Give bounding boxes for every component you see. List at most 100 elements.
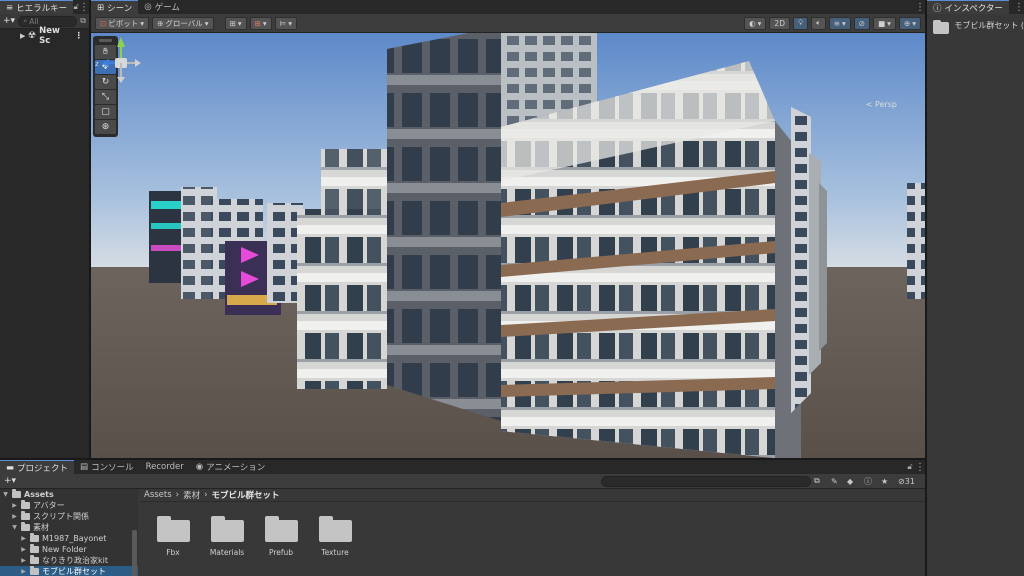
tag-icon[interactable]: ◆ [847, 477, 853, 486]
orientation-gizmo[interactable]: z [91, 33, 151, 97]
scene-menu-icon[interactable]: ⋮ [75, 31, 84, 41]
audio-toggle[interactable]: 🔈︎ [811, 16, 826, 30]
folder-icon [318, 516, 352, 542]
tree-item[interactable]: ▼ Assets [0, 489, 138, 500]
chevron-down-icon: ▾ [262, 18, 267, 28]
lock-icon[interactable]: 🔓︎ [905, 460, 915, 474]
folder-icon [30, 555, 39, 564]
chevron-down-icon: ▾ [912, 18, 916, 28]
info-icon[interactable]: ⓘ [864, 476, 872, 487]
hidden-packages-icon[interactable]: ⊘31 [898, 477, 915, 486]
projection-label[interactable]: < Persp [866, 100, 897, 109]
inspector-header: モブビル群セット ( [927, 14, 1024, 44]
folder-open-icon [12, 489, 21, 498]
tab-scene-label: シーン [107, 3, 133, 14]
add-asset-button[interactable]: +▾ [4, 476, 16, 486]
more-options-icon[interactable]: ⋮ [915, 460, 925, 474]
chevron-right-icon[interactable]: ▶ [20, 557, 27, 564]
more-options-icon[interactable]: ⋮ [79, 0, 89, 14]
tree-item-label: モブビル群セット [42, 567, 106, 576]
snap-icon: ⊞ [254, 18, 261, 28]
chevron-down-icon: ▾ [204, 18, 209, 28]
tab-hierarchy-label: ヒエラルキー [16, 3, 68, 14]
search-by-label-icon[interactable]: ✎ [831, 477, 838, 486]
tree-item[interactable]: ▶ なりきり政治家kit [0, 555, 138, 566]
tree-item[interactable]: ▶ アバター [0, 500, 138, 511]
tab-animation[interactable]: ◉ アニメーション [190, 460, 272, 474]
visibility-toggle[interactable]: ⊘ [853, 16, 871, 30]
breadcrumb-item[interactable]: Assets [144, 490, 172, 500]
folder-icon [30, 533, 39, 542]
draw-mode-dropdown[interactable]: ◐ ▾ [744, 16, 767, 30]
tab-recorder[interactable]: Recorder [140, 460, 190, 474]
chevron-down-icon[interactable]: ▼ [11, 524, 18, 531]
chevron-right-icon[interactable]: ▶ [11, 513, 18, 520]
breadcrumb-item[interactable]: モブビル群セット [212, 489, 280, 501]
search-options-icon[interactable]: ⧉ [80, 16, 86, 26]
folder-icon [264, 516, 298, 542]
search-by-type-icon[interactable]: ⧉ [814, 476, 820, 486]
chevron-down-icon: ▾ [887, 18, 891, 28]
chevron-right-icon[interactable]: ▶ [11, 502, 18, 509]
more-options-icon[interactable]: ⋮ [1014, 0, 1024, 14]
chevron-right-icon[interactable]: ▶ [20, 535, 27, 542]
tree-item[interactable]: ▶ New Folder [0, 544, 138, 555]
lighting-toggle[interactable]: 💡︎ [792, 16, 809, 30]
tree-item[interactable]: ▼ 素材 [0, 522, 138, 533]
tab-inspector-label: インスペクター [944, 3, 1003, 14]
transform-icon: ⊛ [101, 122, 110, 132]
chevron-right-icon[interactable]: ▶ [20, 568, 27, 575]
global-dropdown[interactable]: ⊕ グローバル ▾ [152, 16, 214, 30]
project-panel: ▬ プロジェクト ▤ コンソール Recorder ◉ アニメーション 🔓︎ ⋮… [0, 460, 925, 576]
asset-folder[interactable]: Materials [210, 516, 244, 557]
more-options-icon[interactable]: ⋮ [915, 0, 925, 14]
tree-item[interactable]: ▶ スクリプト関係 [0, 511, 138, 522]
project-search-input[interactable] [601, 476, 811, 487]
tab-scene[interactable]: ⊞ シーン [91, 0, 139, 14]
tab-console[interactable]: ▤ コンソール [74, 460, 140, 474]
gizmos-dropdown[interactable]: ⊕ ▾ [898, 16, 921, 30]
grid-snap-dropdown[interactable]: ⊞ ▾ [224, 16, 247, 30]
project-folder-tree: ▼ Assets ▶ アバター ▶ スクリプト関係 ▼ 素材 ▶ M1987_Bayonet ▶ Ne… [0, 489, 138, 576]
inspector-panel: ⓘ インスペクター ⋮ モブビル群セット ( [927, 0, 1024, 576]
tree-item[interactable]: ▶ M1987_Bayonet [0, 533, 138, 544]
favorite-star-icon[interactable]: ★ [881, 477, 888, 486]
2d-toggle[interactable]: 2D [769, 16, 790, 30]
tab-inspector[interactable]: ⓘ インスペクター [927, 0, 1009, 14]
transform-tool-button[interactable]: ⊛ [95, 120, 116, 134]
tab-project[interactable]: ▬ プロジェクト [0, 460, 75, 474]
eye-slash-icon: ⊘ [858, 18, 866, 28]
scene-viewport[interactable]: ✋︎ ✥ ↻ ⤡ ▢ ⊛ z < Persp [91, 33, 925, 458]
tree-scrollbar[interactable] [132, 530, 137, 576]
scene-panel: ⊞ シーン ◎ ゲーム ⋮ ⊡ ピボット ▾ ⊕ グローバル ▾ ⊞ ▾ ⊞ ▾ ⊨ ▾ ◐ ▾… [91, 0, 925, 458]
expand-arrow-icon[interactable]: ▶ [20, 32, 25, 40]
align-dropdown[interactable]: ⊨ ▾ [274, 16, 297, 30]
project-content: Assets › 素材 › モブビル群セット Fbx Materials Prefub Tex… [140, 489, 925, 576]
effects-dropdown[interactable]: ≋ ▾ [828, 16, 851, 30]
tree-item[interactable]: ▶ モブビル群セット [0, 566, 138, 576]
asset-folder[interactable]: Fbx [156, 516, 190, 557]
asset-folder[interactable]: Prefub [264, 516, 298, 557]
hierarchy-item-scene[interactable]: ▶ ☢ New Sc ⋮ [0, 26, 89, 46]
chevron-down-icon[interactable]: ▼ [2, 491, 9, 498]
asset-folder[interactable]: Texture [318, 516, 352, 557]
breadcrumb: Assets › 素材 › モブビル群セット [140, 489, 925, 502]
project-tabbar: ▬ プロジェクト ▤ コンソール Recorder ◉ アニメーション 🔓︎ ⋮ [0, 460, 925, 474]
tab-game[interactable]: ◎ ゲーム [138, 0, 186, 14]
scene-render[interactable] [91, 33, 925, 458]
tree-item-label: アバター [33, 501, 65, 510]
pivot-icon: ⊡ [100, 18, 107, 28]
tab-hierarchy[interactable]: ≡ ヒエラルキー [0, 0, 74, 14]
folder-icon [156, 516, 190, 542]
add-button[interactable]: +▾ [3, 16, 15, 26]
chevron-right-icon[interactable]: ▶ [20, 546, 27, 553]
chevron-down-icon: ▾ [237, 18, 242, 28]
asset-label: Fbx [166, 548, 180, 557]
tree-item-label: 素材 [33, 523, 49, 532]
lightbulb-icon: 💡︎ [797, 18, 804, 27]
camera-dropdown[interactable]: ■ ▾ [873, 16, 896, 30]
snap-increment-dropdown[interactable]: ⊞ ▾ [249, 16, 272, 30]
rect-tool-button[interactable]: ▢ [95, 105, 116, 119]
breadcrumb-item[interactable]: 素材 [183, 489, 200, 501]
pivot-dropdown[interactable]: ⊡ ピボット ▾ [95, 16, 150, 30]
